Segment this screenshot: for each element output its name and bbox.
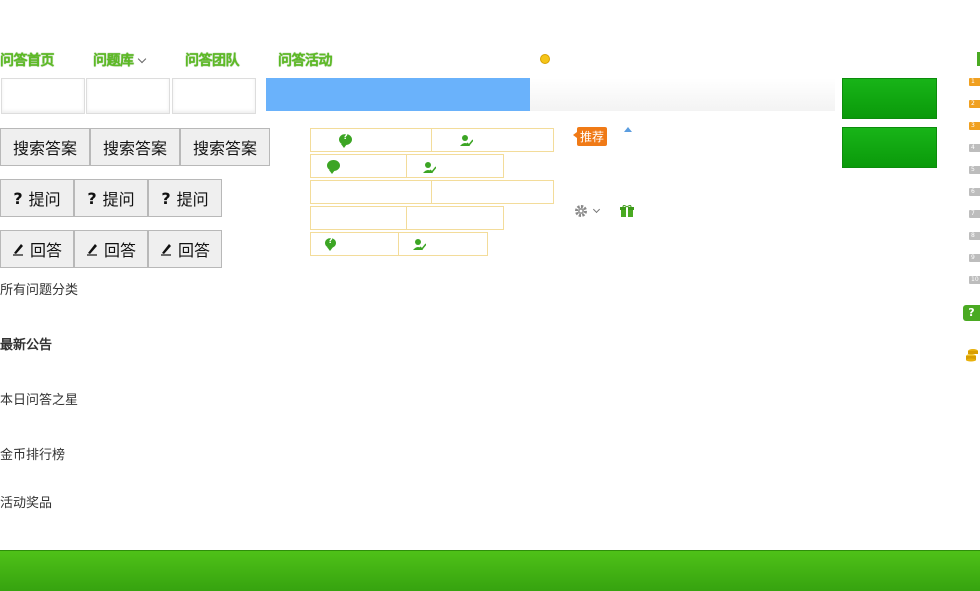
gold-ranking-heading: 金币排行榜 <box>0 448 66 463</box>
ask-submit-button[interactable] <box>842 127 937 168</box>
grid-cell-ask[interactable] <box>310 154 407 178</box>
ask-label: 提问 <box>176 190 209 209</box>
answer-label: 回答 <box>103 241 136 260</box>
rank-badge: 2 <box>969 100 980 108</box>
grid-cell-ask[interactable]: ? <box>310 232 399 256</box>
search-answer-button-1[interactable]: 搜索答案 <box>0 128 90 166</box>
chevron-down-icon[interactable] <box>592 205 601 214</box>
grid-cell-ask[interactable]: ? <box>310 128 432 152</box>
search-answer-button-2[interactable]: 搜索答案 <box>90 128 180 166</box>
user-check-icon <box>413 239 426 251</box>
caret-up-icon[interactable] <box>624 127 632 132</box>
rank-badge: 4 <box>969 144 980 152</box>
question-bubble-icon: ? <box>325 236 336 251</box>
nav-team-link[interactable]: 问答团队 <box>185 50 240 70</box>
search-input-extension[interactable] <box>530 78 835 111</box>
chevron-down-icon <box>137 54 146 64</box>
nav-activities-label: 问答活动 <box>278 53 333 69</box>
question-bubble-icon <box>327 160 340 174</box>
coins-icon[interactable] <box>963 348 980 362</box>
grid-cell[interactable] <box>406 206 504 230</box>
question-mark-icon: ? <box>13 188 23 208</box>
nav-home-link[interactable]: 问答首页 <box>0 50 55 70</box>
grid-cell-answer[interactable] <box>431 128 554 152</box>
daily-star-heading: 本日问答之星 <box>0 393 79 408</box>
rank-badge: 10 <box>969 276 980 284</box>
search-input[interactable] <box>266 78 530 111</box>
search-answer-label: 搜索答案 <box>192 139 257 158</box>
ask-label: 提问 <box>102 190 135 209</box>
grid-cell[interactable] <box>431 180 554 204</box>
question-mark-icon: ? <box>161 188 171 208</box>
ask-button-3[interactable]: ? 提问 <box>148 179 222 217</box>
smiley-icon <box>540 54 550 64</box>
search-answer-label: 搜索答案 <box>12 139 77 158</box>
question-mark-icon: ? <box>87 188 97 208</box>
answer-label: 回答 <box>29 241 62 260</box>
search-submit-button[interactable] <box>842 78 937 119</box>
ask-button-2[interactable]: ? 提问 <box>74 179 148 217</box>
rank-badge: 8 <box>969 232 980 240</box>
answer-label: 回答 <box>177 241 210 260</box>
latest-notice-heading: 最新公告 <box>0 338 53 353</box>
answer-button-1[interactable]: 回答 <box>0 230 74 268</box>
nav-activities-link[interactable]: 问答活动 <box>278 50 333 70</box>
ask-label: 提问 <box>28 190 61 209</box>
question-bubble-icon: ? <box>339 132 352 148</box>
nav-question-library-link[interactable]: 问题库 <box>93 50 146 70</box>
rank-badge: 3 <box>969 122 980 130</box>
rank-badge: 1 <box>969 78 980 86</box>
grid-cell-answer[interactable] <box>406 154 504 178</box>
footer-bar <box>0 550 980 591</box>
user-check-icon <box>423 162 436 174</box>
search-tab-3[interactable] <box>172 78 256 114</box>
ask-button-1[interactable]: ? 提问 <box>0 179 74 217</box>
rank-badge: 9 <box>969 254 980 262</box>
pen-icon <box>12 244 23 256</box>
recommend-badge: 推荐 <box>572 127 608 146</box>
answer-button-3[interactable]: 回答 <box>148 230 222 268</box>
ask-question-float-button[interactable]: ? <box>963 305 980 321</box>
search-answer-button-3[interactable]: 搜索答案 <box>180 128 270 166</box>
rank-badge: 7 <box>969 210 980 218</box>
nav-team-label: 问答团队 <box>185 53 240 69</box>
user-check-icon <box>460 135 473 147</box>
grid-cell-answer[interactable] <box>398 232 488 256</box>
rank-badge: 5 <box>969 166 980 174</box>
search-tab-2[interactable] <box>86 78 170 114</box>
search-answer-label: 搜索答案 <box>102 139 167 158</box>
gift-icon[interactable] <box>620 204 634 218</box>
search-tab-1[interactable] <box>1 78 85 114</box>
grid-cell[interactable] <box>310 180 432 204</box>
nav-question-library-label: 问题库 <box>93 53 134 69</box>
nav-home-label: 问答首页 <box>0 53 55 69</box>
grid-cell[interactable] <box>310 206 407 230</box>
answer-button-2[interactable]: 回答 <box>74 230 148 268</box>
pen-icon <box>160 244 171 256</box>
gear-icon[interactable] <box>574 204 588 218</box>
pen-icon <box>86 244 97 256</box>
activity-prizes-heading: 活动奖品 <box>0 496 53 511</box>
all-categories-link[interactable]: 所有问题分类 <box>0 279 78 298</box>
rank-badge: 6 <box>969 188 980 196</box>
